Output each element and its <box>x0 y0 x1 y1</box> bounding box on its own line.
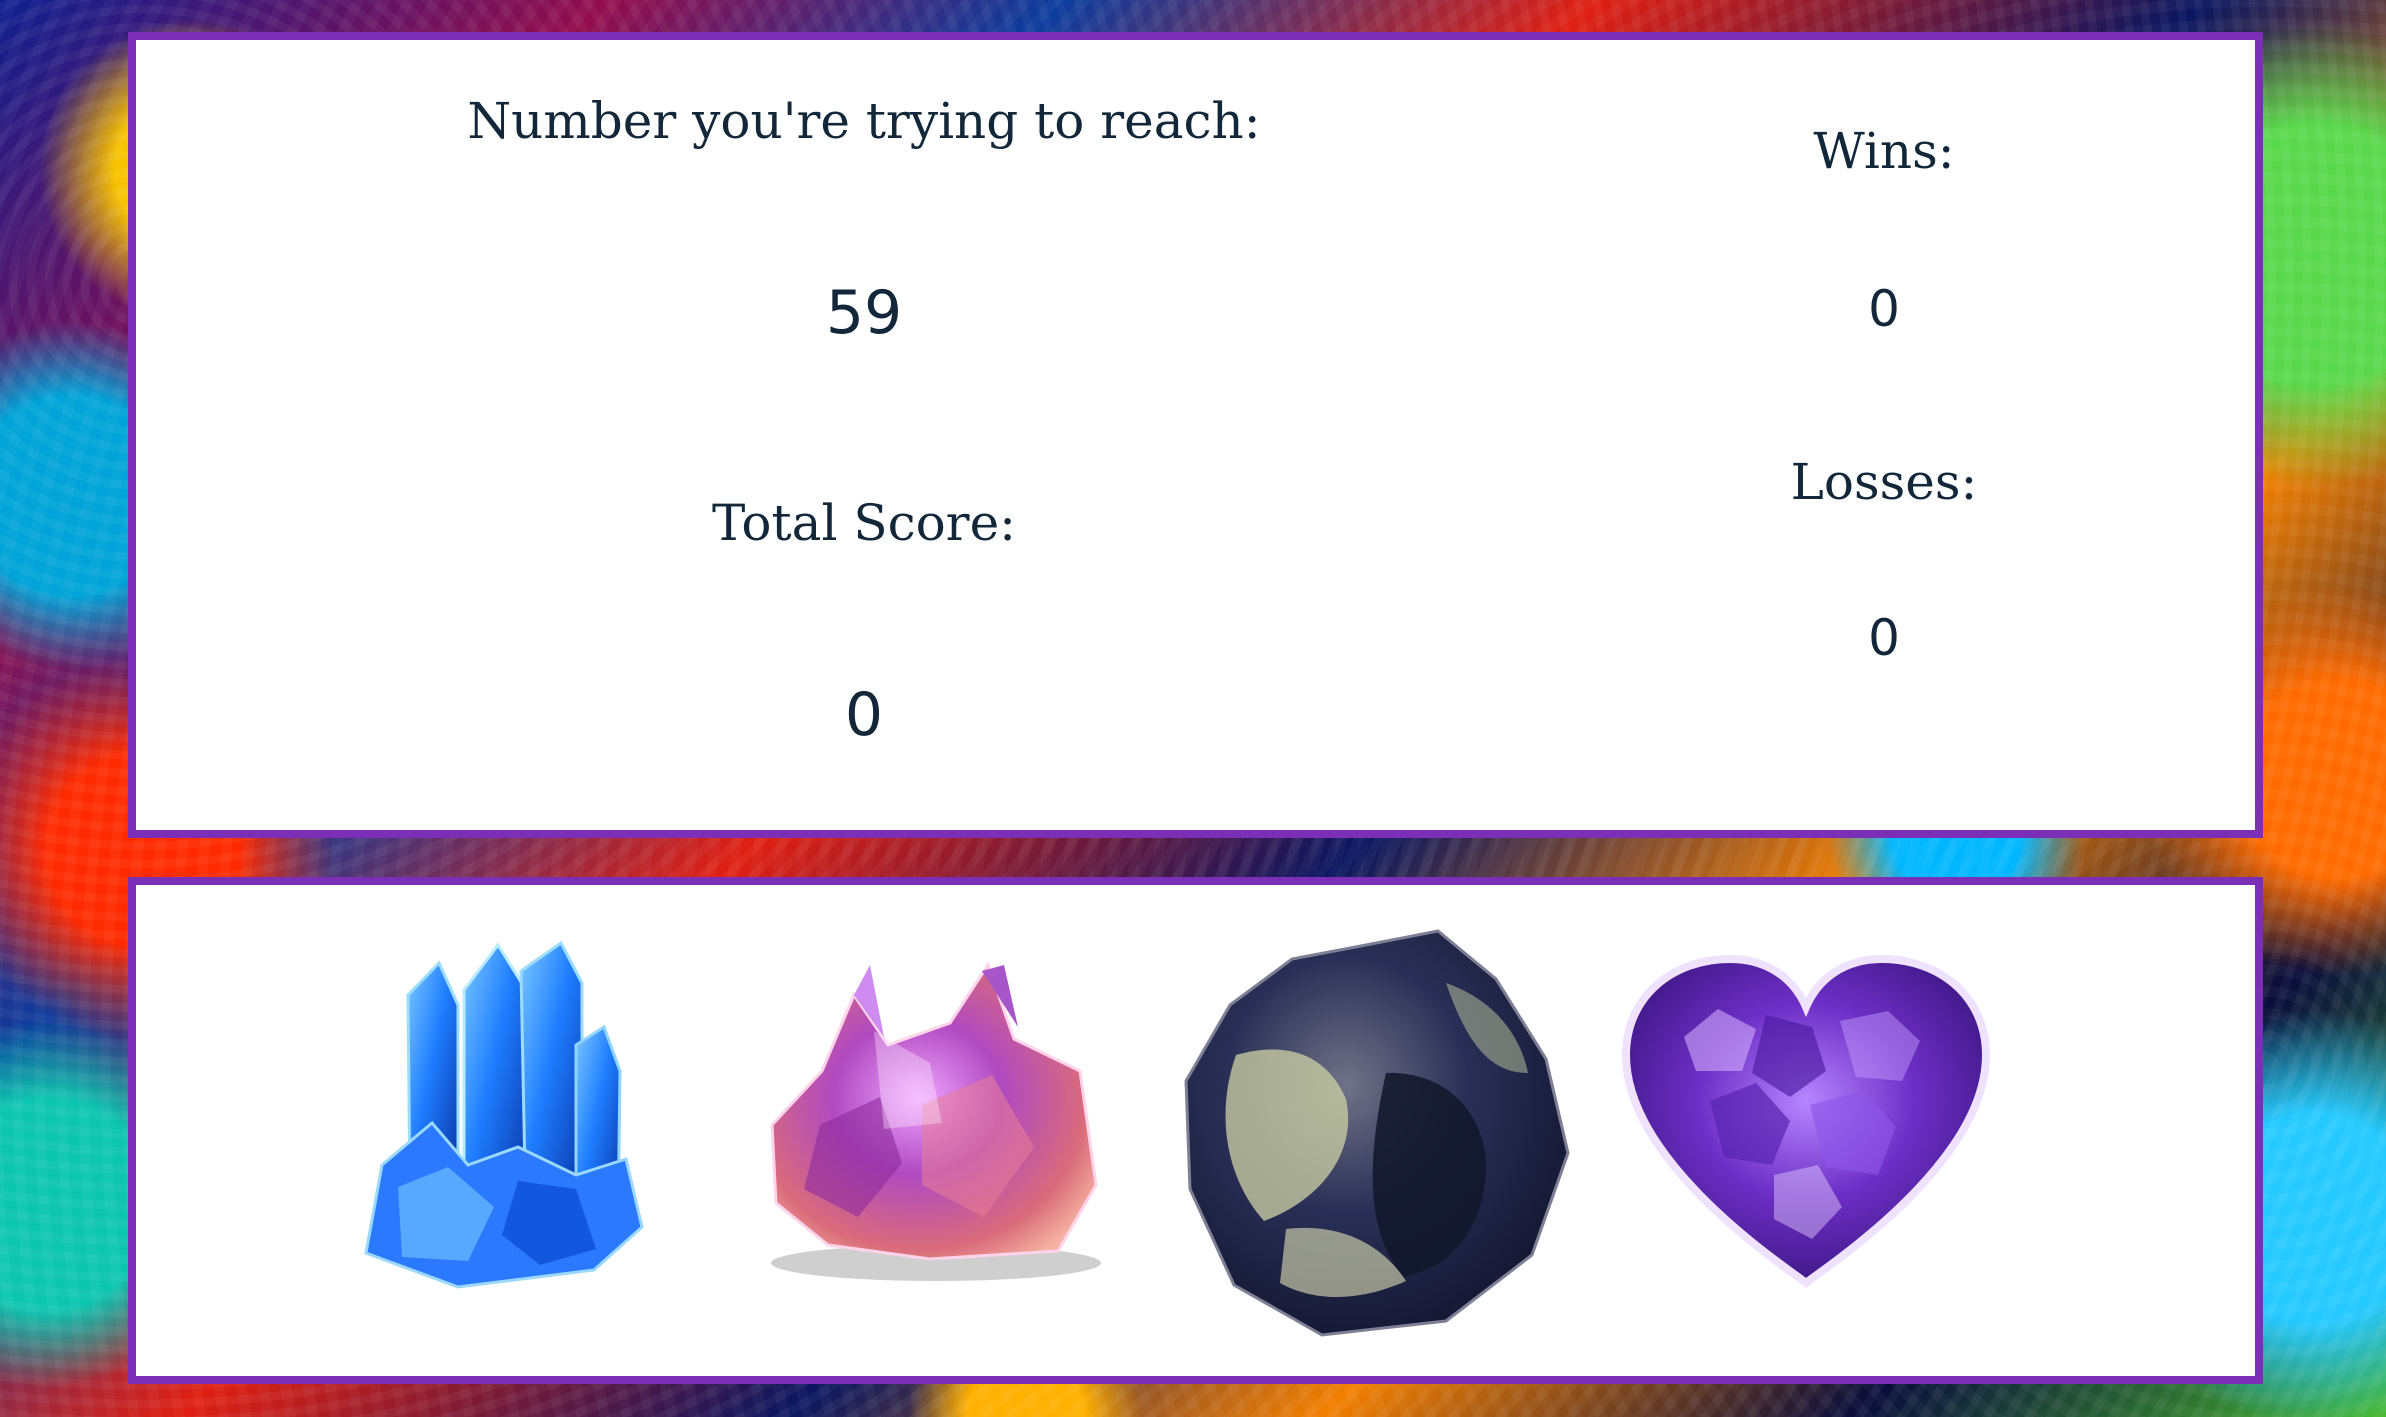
blue-crystal-button[interactable] <box>356 935 646 1295</box>
pink-amethyst-crystal-icon <box>770 961 1101 1281</box>
purple-amethyst-heart-button[interactable] <box>1606 945 2006 1305</box>
crystal-panel <box>128 877 2263 1384</box>
pink-amethyst-crystal-button[interactable] <box>746 961 1106 1295</box>
crystal-row <box>136 885 2255 1376</box>
losses-value: 0 <box>1868 609 1900 667</box>
target-label: Number you're trying to reach: <box>467 92 1261 150</box>
scoreboard-panel: Number you're trying to reach: 59 Total … <box>128 32 2263 838</box>
total-score-value: 0 <box>844 680 884 750</box>
wins-label: Wins: <box>1813 122 1955 180</box>
total-score-label: Total Score: <box>711 494 1017 552</box>
purple-amethyst-heart-icon <box>1621 954 1991 1289</box>
blue-crystal-icon <box>364 940 644 1289</box>
wins-value: 0 <box>1868 280 1900 338</box>
dark-mineral-rock-icon <box>1184 929 1570 1337</box>
dark-mineral-rock-button[interactable] <box>1176 923 1576 1343</box>
losses-label: Losses: <box>1790 453 1978 511</box>
target-value: 59 <box>825 278 903 348</box>
